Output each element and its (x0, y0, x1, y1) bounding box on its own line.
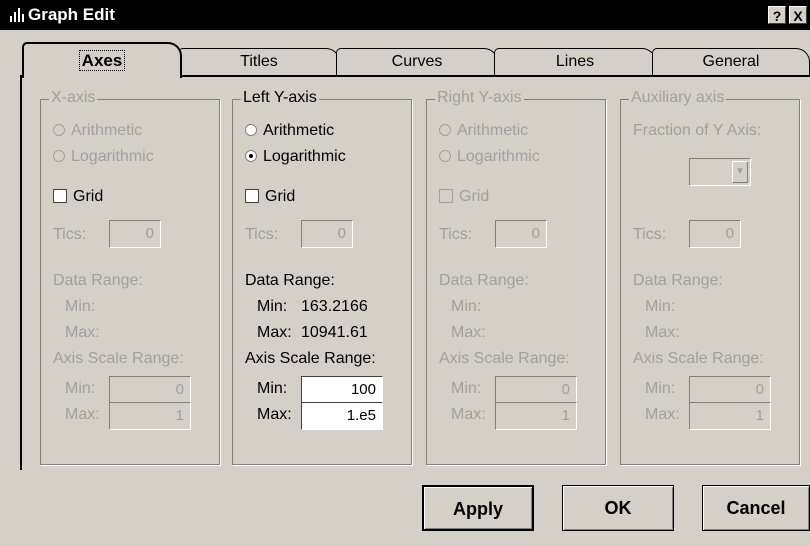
graph-edit-dialog: Graph Edit ? X Axes Titles Curves Lines … (0, 0, 810, 546)
scale-min-label: Min: (65, 380, 96, 397)
group-title: Left Y-axis (241, 89, 319, 107)
tics-label: Tics: (633, 226, 667, 243)
x-grid-checkbox[interactable]: Grid (53, 188, 103, 206)
auxiliary-axis-group: Auxiliary axis Fraction of Y Axis: ▼ Tic… (620, 89, 800, 465)
data-max-value: 10941.61 (301, 324, 368, 341)
x-scale-max-field[interactable]: 1 (109, 402, 191, 430)
scale-range-label: Axis Scale Range: (633, 350, 764, 367)
help-button[interactable]: ? (768, 6, 786, 24)
x-scale-min-field[interactable]: 0 (109, 376, 191, 404)
left-grid-checkbox[interactable]: Grid (245, 188, 295, 206)
group-title: Right Y-axis (435, 89, 524, 107)
scale-range-label: Axis Scale Range: (245, 350, 376, 367)
tab-general[interactable]: General (652, 48, 810, 76)
tics-label: Tics: (245, 226, 279, 243)
left-y-axis-group: Left Y-axis Arithmetic Logarithmic Grid … (232, 89, 412, 465)
tab-axes[interactable]: Axes (22, 42, 182, 78)
scale-range-label: Axis Scale Range: (439, 350, 570, 367)
tics-label: Tics: (439, 226, 473, 243)
right-y-axis-group: Right Y-axis Arithmetic Logarithmic Grid… (426, 89, 606, 465)
right-scale-max-field[interactable]: 1 (495, 402, 577, 430)
data-range-label: Data Range: (53, 272, 143, 289)
data-min-label: Min: (645, 298, 676, 315)
data-max-label: Max: (65, 324, 100, 341)
data-max-label: Max: (257, 324, 292, 341)
title-bar: Graph Edit ? X (0, 0, 810, 30)
x-axis-group: X-axis Arithmetic Logarithmic Grid Tics:… (40, 89, 220, 465)
group-title: Auxiliary axis (629, 89, 727, 107)
ok-button[interactable]: OK (562, 485, 674, 531)
fraction-select[interactable]: ▼ (689, 158, 751, 186)
tab-curves[interactable]: Curves (336, 48, 498, 76)
scale-max-label: Max: (451, 406, 486, 423)
right-tics-field[interactable]: 0 (495, 220, 547, 248)
chevron-down-icon[interactable]: ▼ (732, 161, 748, 183)
right-logarithmic-radio[interactable]: Logarithmic (439, 148, 540, 166)
data-min-label: Min: (257, 298, 288, 315)
data-max-label: Max: (645, 324, 680, 341)
tab-strip: Axes Titles Curves Lines General (0, 40, 810, 78)
data-min-label: Min: (65, 298, 96, 315)
data-range-label: Data Range: (245, 272, 335, 289)
x-logarithmic-radio[interactable]: Logarithmic (53, 148, 154, 166)
left-scale-min-field[interactable]: 100 (301, 376, 383, 404)
scale-range-label: Axis Scale Range: (53, 350, 184, 367)
right-grid-checkbox[interactable]: Grid (439, 188, 489, 206)
close-button[interactable]: X (789, 6, 807, 24)
scale-max-label: Max: (65, 406, 100, 423)
scale-max-label: Max: (645, 406, 680, 423)
window-title: Graph Edit (28, 5, 115, 24)
aux-tics-field[interactable]: 0 (689, 220, 741, 248)
data-min-value: 163.2166 (301, 298, 368, 315)
right-scale-min-field[interactable]: 0 (495, 376, 577, 404)
scale-min-label: Min: (451, 380, 482, 397)
aux-scale-max-field[interactable]: 1 (689, 402, 771, 430)
x-tics-field[interactable]: 0 (109, 220, 161, 248)
left-logarithmic-radio[interactable]: Logarithmic (245, 148, 346, 166)
group-title: X-axis (49, 89, 98, 107)
chart-icon (10, 8, 24, 22)
aux-scale-min-field[interactable]: 0 (689, 376, 771, 404)
left-scale-max-field[interactable]: 1.e5 (301, 402, 383, 430)
data-min-label: Min: (451, 298, 482, 315)
fraction-label: Fraction of Y Axis: (633, 122, 762, 139)
left-arithmetic-radio[interactable]: Arithmetic (245, 122, 334, 140)
axes-panel: X-axis Arithmetic Logarithmic Grid Tics:… (20, 75, 810, 470)
cancel-button[interactable]: Cancel (702, 485, 810, 531)
apply-button[interactable]: Apply (422, 485, 534, 531)
scale-min-label: Min: (645, 380, 676, 397)
right-arithmetic-radio[interactable]: Arithmetic (439, 122, 528, 140)
x-arithmetic-radio[interactable]: Arithmetic (53, 122, 142, 140)
scale-min-label: Min: (257, 380, 288, 397)
tab-titles[interactable]: Titles (178, 48, 340, 76)
data-range-label: Data Range: (633, 272, 723, 289)
left-tics-field[interactable]: 0 (301, 220, 353, 248)
tics-label: Tics: (53, 226, 87, 243)
tab-lines[interactable]: Lines (494, 48, 656, 76)
data-max-label: Max: (451, 324, 486, 341)
data-range-label: Data Range: (439, 272, 529, 289)
scale-max-label: Max: (257, 406, 292, 423)
